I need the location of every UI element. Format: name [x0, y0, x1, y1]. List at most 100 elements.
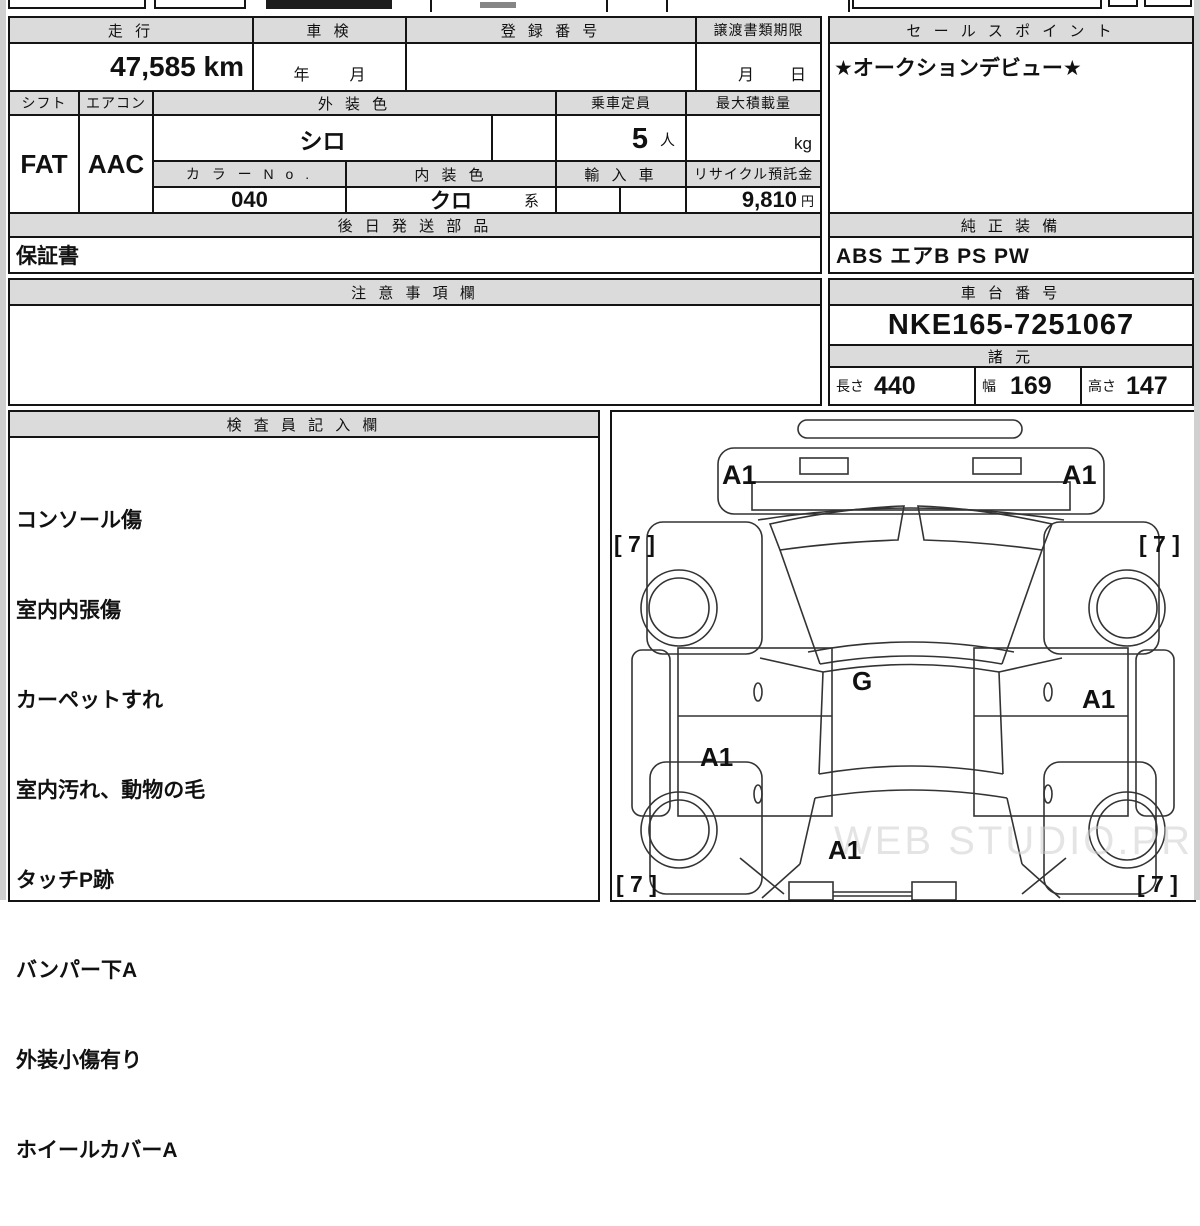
- door-handle-rear-right: [1043, 784, 1053, 804]
- rear-glass-base: [814, 789, 1008, 799]
- genuine-equipment-header: 純 正 装 備: [828, 212, 1194, 238]
- spec-length-value: 440: [874, 371, 916, 400]
- inspection-header: 車 検: [252, 16, 407, 44]
- capacity-header: 乗車定員: [555, 90, 687, 116]
- cropped-row-fragment: [1108, 0, 1138, 7]
- front-grille: [751, 481, 1071, 511]
- notes-header: 注 意 事 項 欄: [8, 278, 822, 306]
- hood-side-left: [779, 549, 821, 665]
- cropped-row-fragment: [1144, 0, 1192, 7]
- later-parts-value: 保証書: [8, 236, 822, 274]
- roof-side-left: [818, 671, 824, 775]
- imported-car-header: 輸 入 車: [555, 160, 687, 188]
- roof-side-right: [998, 671, 1004, 775]
- hood-cowl-line: [807, 641, 1015, 653]
- aircon-header: エアコン: [78, 90, 154, 116]
- sales-point-header: セ ー ル ス ポ イ ン ト: [828, 16, 1194, 44]
- inspector-note-item: ホイールカバーA: [16, 1139, 178, 1162]
- spec-width-cell: 幅 169: [974, 366, 1082, 406]
- front-wheel-right: [1088, 569, 1166, 647]
- cropped-row-fragment: [266, 0, 392, 9]
- interior-color-suffix: 系: [523, 192, 539, 210]
- chassis-number-header: 車 台 番 号: [828, 278, 1194, 306]
- watermark-text: WEB STUDIO.PRO: [834, 819, 1194, 863]
- car-damage-diagram: WEB STUDIO.PRO A1 A1 [ 7 ] [ 7 ] G A1 A1…: [610, 410, 1200, 902]
- windshield-base: [822, 663, 1000, 673]
- imported-car-value: [619, 186, 687, 214]
- spec-height-label: 高さ: [1088, 378, 1116, 394]
- damage-label-front-bumper-left: A1: [722, 460, 757, 490]
- exterior-color-subcell: [491, 114, 557, 164]
- exterior-color-header: 外 装 色: [152, 90, 557, 116]
- color-no-header: カ ラ ー N o .: [152, 160, 347, 188]
- capacity-number: 5: [631, 122, 648, 155]
- inspector-note-item: タッチP跡: [16, 869, 115, 892]
- headlight-left: [768, 505, 905, 551]
- spec-height-cell: 高さ 147: [1080, 366, 1194, 406]
- tire-grade-rear-left: [ 7 ]: [616, 871, 657, 897]
- rear-bumper-bar: [833, 891, 912, 897]
- rear-bumper-notch-right: [911, 881, 957, 901]
- door-handle-front-right: [1043, 682, 1053, 702]
- recycle-deposit-unit: 円: [800, 193, 814, 209]
- interior-color-value: クロ 系: [345, 186, 557, 214]
- inspector-notes-list: コンソール傷 室内内張傷 カーペットすれ 室内汚れ、動物の毛 タッチP跡 バンパ…: [10, 438, 598, 1226]
- cropped-row-fragment: [852, 0, 1102, 9]
- spec-length-label: 長さ: [836, 378, 864, 394]
- inspector-note-item: 室内内張傷: [16, 599, 121, 622]
- inspection-year-label: 年: [293, 67, 310, 84]
- hood-side-right: [1001, 549, 1043, 665]
- specs-header: 諸 元: [828, 344, 1194, 368]
- front-wheel-left-rim: [648, 577, 710, 639]
- rear-bumper-notch-left: [788, 881, 834, 901]
- tire-grade-front-right: [ 7 ]: [1139, 531, 1180, 557]
- max-load-value: kg: [685, 114, 822, 164]
- imported-car-subcell: [555, 186, 621, 214]
- inspection-value: 年 月: [252, 42, 407, 92]
- inspector-note-item: コンソール傷: [16, 509, 142, 532]
- inspector-note-item: カーペットすれ: [16, 689, 163, 712]
- spec-width-label: 幅: [982, 378, 996, 394]
- inspector-notes-header: 検 査 員 記 入 欄: [8, 410, 600, 438]
- spec-length-cell: 長さ 440: [828, 366, 976, 406]
- shift-header: シフト: [8, 90, 80, 116]
- door-handle-front-left: [753, 682, 763, 702]
- headlight-right: [917, 505, 1054, 551]
- tire-grade-front-left: [ 7 ]: [614, 531, 655, 557]
- cropped-row-fragment: [480, 2, 516, 8]
- transfer-deadline-header: 譲渡書類期限: [695, 16, 822, 44]
- recycle-deposit-header: リサイクル預託金: [685, 160, 822, 188]
- damage-label-trunk: A1: [828, 835, 861, 865]
- mileage-value: 47,585 km: [8, 42, 254, 92]
- rear-wheel-left-rim: [648, 799, 710, 861]
- damage-label-right-door: A1: [1082, 684, 1115, 714]
- registration-number-header: 登 録 番 号: [405, 16, 697, 44]
- notes-value: [8, 304, 822, 406]
- page-margin-left: [0, 0, 6, 900]
- max-load-unit: kg: [794, 134, 812, 153]
- rear-fender-left: [649, 761, 763, 895]
- capacity-value: 5 人: [555, 114, 687, 164]
- front-wheel-left: [640, 569, 718, 647]
- a-pillar-left: [759, 657, 824, 673]
- rear-wheel-left: [640, 791, 718, 869]
- mileage-header: 走 行: [8, 16, 254, 44]
- a-pillar-right: [998, 657, 1063, 673]
- damage-label-front-bumper-right: A1: [1062, 460, 1097, 490]
- side-sill-left: [631, 649, 671, 817]
- side-sill-right: [1135, 649, 1175, 817]
- transfer-month-label: 月: [737, 67, 754, 84]
- glass-label: G: [852, 666, 872, 696]
- transfer-day-label: 日: [789, 67, 806, 84]
- front-bumper: [717, 447, 1105, 515]
- exterior-color-value: シロ: [152, 114, 493, 164]
- later-parts-header: 後 日 発 送 部 品: [8, 212, 822, 238]
- car-diagram-svg: WEB STUDIO.PRO A1 A1 [ 7 ] [ 7 ] G A1 A1…: [614, 419, 1200, 901]
- damage-label-left-door: A1: [700, 742, 733, 772]
- spec-height-value: 147: [1126, 371, 1168, 400]
- recycle-deposit-number: 9,810: [741, 187, 797, 212]
- cropped-row-fragment: [666, 0, 850, 12]
- front-bumper-detail-left: [799, 457, 849, 475]
- front-bumper-detail-right: [972, 457, 1022, 475]
- color-no-value: 040: [152, 186, 347, 214]
